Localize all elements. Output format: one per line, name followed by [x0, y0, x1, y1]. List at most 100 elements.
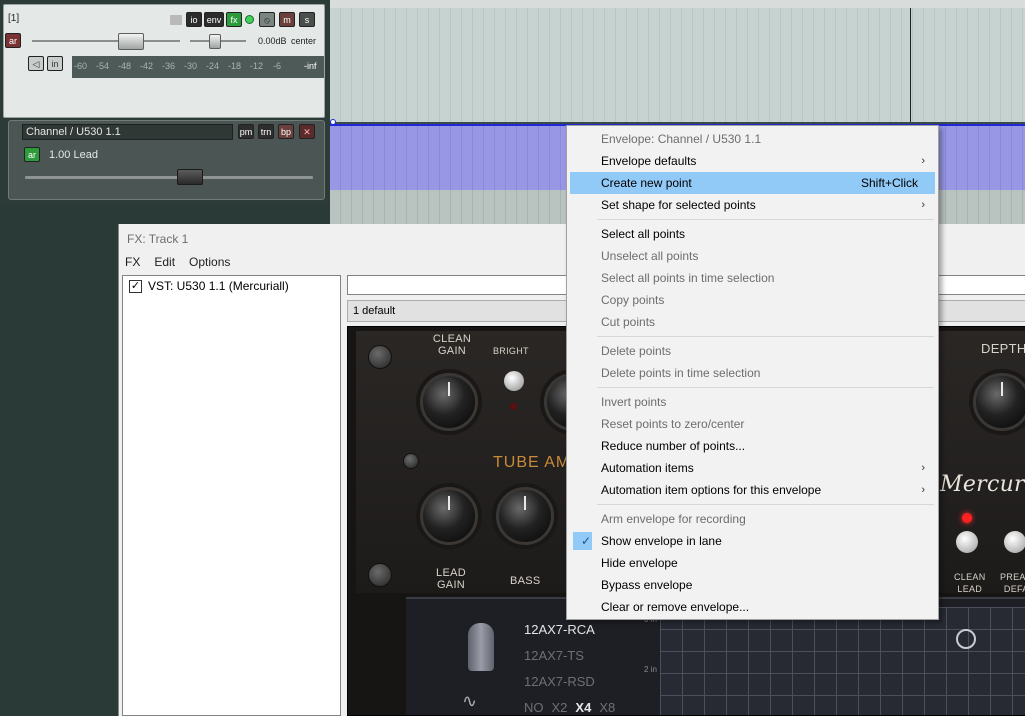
fx-window-title: FX: Track 1 — [127, 232, 189, 246]
menu-item-label: Arm envelope for recording — [601, 512, 746, 526]
solo-button[interactable]: s — [299, 12, 315, 27]
screw-icon — [368, 563, 392, 587]
envelope-fader-track[interactable] — [25, 176, 313, 179]
menu-item-label: Cut points — [601, 315, 656, 329]
volume-slider-track[interactable] — [32, 40, 180, 42]
menu-item-label: Select all points — [601, 227, 686, 241]
env-button[interactable]: env — [204, 12, 224, 27]
menu-item-label: Automation items — [601, 461, 694, 475]
meter-tick: -6 — [273, 61, 282, 71]
meter-tick: -36 — [162, 61, 176, 71]
menu-item-label: Envelope: Channel / U530 1.1 — [601, 132, 762, 146]
menu-item-cut-points: Cut points — [570, 311, 935, 333]
menu-item-label: Envelope defaults — [601, 154, 697, 168]
envelope-arm-button[interactable]: ar — [24, 147, 40, 162]
pan-slider-thumb[interactable] — [209, 34, 221, 49]
input-button[interactable]: in — [47, 56, 63, 71]
menu-item-label: Set shape for selected points — [601, 198, 756, 212]
bass-label: BASS — [510, 575, 541, 587]
edit-cursor — [910, 8, 911, 122]
automation-mode-button[interactable]: ar — [5, 33, 21, 48]
clean-gain-label: CLEAN GAIN — [432, 333, 472, 357]
menu-item-reset-points-to-zero-center: Reset points to zero/center — [570, 413, 935, 435]
trim-button[interactable]: trn — [258, 124, 274, 139]
menu-options[interactable]: Options — [189, 255, 230, 271]
checkmark-icon: ✓ — [580, 534, 592, 548]
tube-option[interactable]: 12AX7-RSD — [524, 669, 615, 695]
volume-slider-thumb[interactable] — [118, 33, 144, 50]
submenu-arrow-icon: › — [921, 484, 925, 496]
lead-gain-knob[interactable] — [420, 487, 478, 545]
menu-item-show-envelope-in-lane[interactable]: ✓ Show envelope in lane — [570, 530, 935, 552]
menu-item-label: Create new point — [601, 176, 692, 190]
menu-fx[interactable]: FX — [125, 255, 140, 271]
submenu-arrow-icon: › — [921, 462, 925, 474]
close-icon[interactable]: ✕ — [299, 124, 315, 139]
fx-button[interactable]: fx — [226, 12, 242, 27]
menu-item-automation-items[interactable]: Automation items › — [570, 457, 935, 479]
tube-selector[interactable]: 12AX7-RCA 12AX7-TS 12AX7-RSD NO X2 X4 X8 — [524, 617, 615, 715]
menu-item-label: Invert points — [601, 395, 667, 409]
io-button[interactable]: io — [186, 12, 202, 27]
timeline-ruler[interactable] — [330, 0, 1025, 8]
bass-knob[interactable] — [496, 487, 554, 545]
track-1-lane[interactable] — [330, 8, 1025, 122]
fx-name: VST: U530 1.1 (Mercuriall) — [148, 279, 289, 293]
fx-chain-list[interactable]: ✓ VST: U530 1.1 (Mercuriall) — [122, 275, 341, 716]
depth-knob[interactable] — [973, 373, 1025, 431]
fx-enable-checkbox[interactable]: ✓ — [129, 279, 142, 293]
meter-tick: -12 — [250, 61, 264, 71]
menu-item-hide-envelope[interactable]: Hide envelope — [570, 552, 935, 574]
preamp-default-label: PREAN DEFA — [1000, 572, 1025, 594]
oversampling-option[interactable]: X2 — [552, 695, 568, 715]
menu-item-automation-item-options-for-this-envelope[interactable]: Automation item options for this envelop… — [570, 479, 935, 501]
menu-item-select-all-points[interactable]: Select all points — [570, 223, 935, 245]
menu-item-label: Copy points — [601, 293, 665, 307]
bright-switch[interactable] — [504, 371, 524, 391]
eq-handle[interactable] — [956, 629, 976, 649]
level-meter: -60 -54 -48 -42 -36 -30 -24 -18 -12 -6 -… — [72, 56, 324, 78]
menu-item-set-shape-for-selected-points[interactable]: Set shape for selected points › — [570, 194, 935, 216]
bypass-button[interactable]: bp — [278, 124, 294, 139]
monitor-icon[interactable]: ◁ — [28, 56, 44, 71]
bright-led — [510, 403, 517, 410]
pan-readout: center — [291, 36, 317, 46]
clean-lead-label: CLEAN LEAD — [954, 572, 986, 594]
meter-tick: -30 — [184, 61, 198, 71]
preamp-default-switch[interactable] — [1004, 531, 1025, 553]
envelope-fader-thumb[interactable] — [176, 169, 203, 185]
menu-item-delete-points: Delete points — [570, 340, 935, 362]
phase-icon[interactable]: ⦸ — [259, 12, 275, 27]
param-modulation-button[interactable]: pm — [238, 124, 254, 139]
menu-item-reduce-number-of-points[interactable]: Reduce number of points... — [570, 435, 935, 457]
folder-icon[interactable] — [170, 15, 182, 25]
menu-edit[interactable]: Edit — [154, 255, 175, 271]
oversampling-option[interactable]: X8 — [599, 695, 615, 715]
menu-item-invert-points: Invert points — [570, 391, 935, 413]
menu-item-bypass-envelope[interactable]: Bypass envelope — [570, 574, 935, 596]
fx-chain-item[interactable]: ✓ VST: U530 1.1 (Mercuriall) — [129, 279, 289, 293]
screw-icon — [368, 345, 392, 369]
mute-button[interactable]: m — [279, 12, 295, 27]
screw-icon — [403, 453, 419, 469]
oversampling-selector: NO X2 X4 X8 — [524, 695, 615, 715]
oversampling-option-selected[interactable]: X4 — [575, 695, 591, 715]
tube-option[interactable]: 12AX7-TS — [524, 643, 615, 669]
menu-item-label: Reduce number of points... — [601, 439, 746, 453]
record-arm-icon[interactable] — [245, 15, 254, 24]
meter-tick: -42 — [140, 61, 154, 71]
envelope-point[interactable] — [330, 119, 336, 125]
meter-tick: -60 — [74, 61, 88, 71]
menu-item-envelope-defaults[interactable]: Envelope defaults › — [570, 150, 935, 172]
tube-option[interactable]: 12AX7-RCA — [524, 617, 615, 643]
menu-item-create-new-point[interactable]: Create new point Shift+Click — [570, 172, 935, 194]
volume-readout: 0.00dB — [258, 36, 287, 46]
track-1-header[interactable]: [1] io env fx ⦸ m s ar 0.00dB center ◁ i… — [3, 4, 325, 118]
clean-lead-switch[interactable] — [956, 531, 978, 553]
oversampling-option[interactable]: NO — [524, 695, 544, 715]
clean-gain-knob[interactable] — [420, 373, 478, 431]
eq-graph[interactable] — [660, 607, 1025, 715]
menu-item-clear-or-remove-envelope[interactable]: Clear or remove envelope... — [570, 596, 935, 618]
tube-amp-title: TUBE AM — [493, 454, 571, 471]
meter-tick: -54 — [96, 61, 110, 71]
